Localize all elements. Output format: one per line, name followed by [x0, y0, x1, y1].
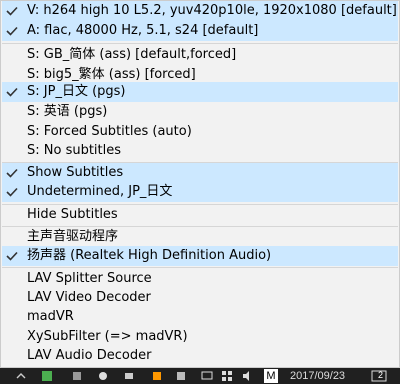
- tray-icon[interactable]: [174, 369, 188, 383]
- app-tray-icon[interactable]: [40, 369, 54, 383]
- menu-item-subtitle-jp[interactable]: S: JP_日文 (pgs): [2, 82, 398, 102]
- menu-item-hide-subtitles[interactable]: Hide Subtitles: [2, 205, 398, 225]
- menu-item-lav-video-decoder[interactable]: LAV Video Decoder: [2, 288, 398, 308]
- menu-item-label: LAV Audio Decoder: [27, 348, 152, 363]
- network-icon[interactable]: [200, 369, 214, 383]
- input-method-icon[interactable]: M: [264, 369, 278, 383]
- tray-icon[interactable]: [150, 369, 164, 383]
- menu-item-label: V: h264 high 10 L5.2, yuv420p10le, 1920x…: [27, 3, 397, 18]
- menu-item-madvr[interactable]: madVR: [2, 307, 398, 327]
- menu-item-label: S: No subtitles: [27, 143, 122, 158]
- menu-item-label: madVR: [27, 309, 74, 324]
- volume-icon[interactable]: [240, 369, 254, 383]
- menu-item-lav-splitter-source[interactable]: LAV Splitter Source: [2, 269, 398, 289]
- taskbar: M 2017/09/23 2: [0, 368, 400, 384]
- menu-item-primary-sound-driver[interactable]: 主声音驱动程序: [2, 227, 398, 247]
- context-menu: V: h264 high 10 L5.2, yuv420p10le, 1920x…: [0, 0, 400, 368]
- menu-item-subtitle-none[interactable]: S: No subtitles: [2, 141, 398, 161]
- tray-icon[interactable]: [96, 369, 110, 383]
- menu-item-undetermined-jp[interactable]: Undetermined, JP_日文: [2, 182, 398, 202]
- menu-item-label: S: GB_简体 (ass) [default,forced]: [27, 47, 237, 62]
- menu-separator: [2, 43, 398, 44]
- menu-item-show-subtitles[interactable]: Show Subtitles: [2, 163, 398, 183]
- menu-item-label: A: flac, 48000 Hz, 5.1, s24 [default]: [27, 23, 259, 38]
- windows-icon[interactable]: [220, 369, 234, 383]
- menu-item-label: XySubFilter (=> madVR): [27, 329, 188, 344]
- checkmark-icon: [2, 182, 22, 202]
- menu-item-label: S: Forced Subtitles (auto): [27, 124, 192, 139]
- menu-item-label: S: JP_日文 (pgs): [27, 84, 126, 99]
- menu-item-label: 主声音驱动程序: [27, 229, 119, 244]
- menu-item-video-stream[interactable]: V: h264 high 10 L5.2, yuv420p10le, 1920x…: [2, 1, 398, 21]
- checkmark-icon: [2, 246, 22, 266]
- menu-item-label: S: 英语 (pgs): [27, 104, 108, 119]
- menu-item-audio-stream[interactable]: A: flac, 48000 Hz, 5.1, s24 [default]: [2, 21, 398, 41]
- menu-separator: [2, 267, 398, 268]
- menu-item-label: 扬声器 (Realtek High Definition Audio): [27, 248, 272, 263]
- menu-item-speakers-realtek[interactable]: 扬声器 (Realtek High Definition Audio): [2, 246, 398, 266]
- menu-item-label: Undetermined, JP_日文: [27, 184, 173, 199]
- menu-item-label: Show Subtitles: [27, 165, 124, 180]
- checkmark-icon: [2, 21, 22, 41]
- menu-item-label: LAV Splitter Source: [27, 271, 152, 286]
- menu-item-subtitle-gb[interactable]: S: GB_简体 (ass) [default,forced]: [2, 45, 398, 65]
- checkmark-icon: [2, 163, 22, 183]
- menu-item-label: Hide Subtitles: [27, 207, 118, 222]
- chevron-up-icon[interactable]: [14, 369, 28, 383]
- taskbar-date: 2017/09/23: [290, 370, 346, 382]
- menu-item-subtitle-forced[interactable]: S: Forced Subtitles (auto): [2, 122, 398, 142]
- tray-icon[interactable]: [70, 369, 84, 383]
- tray-icon[interactable]: [122, 369, 136, 383]
- checkmark-icon: [2, 82, 22, 102]
- menu-item-label: LAV Video Decoder: [27, 290, 151, 305]
- menu-item-xysubfilter[interactable]: XySubFilter (=> madVR): [2, 327, 398, 347]
- menu-item-subtitle-english[interactable]: S: 英语 (pgs): [2, 102, 398, 122]
- menu-item-lav-audio-decoder[interactable]: LAV Audio Decoder: [2, 346, 398, 366]
- notification-count-badge: 2: [378, 370, 384, 380]
- checkmark-icon: [2, 1, 22, 21]
